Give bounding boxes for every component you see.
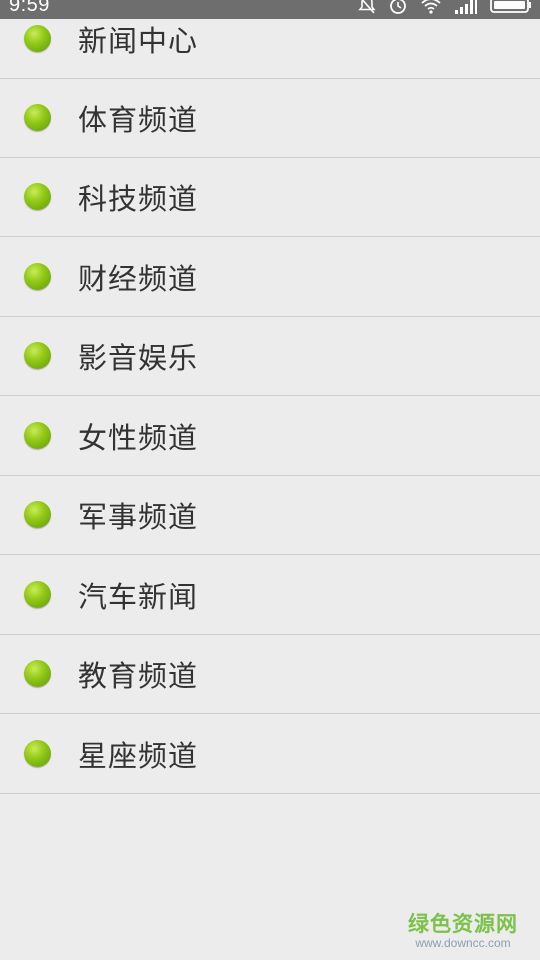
bullet-dot-icon [24,501,51,528]
bullet-dot-icon [24,104,51,131]
watermark-title: 绿色资源网 [408,912,518,936]
bullet-dot-icon [24,740,51,767]
bullet-dot-icon [24,581,51,608]
list-item[interactable]: 新闻中心 [0,0,540,79]
channel-label: 新闻中心 [78,24,199,58]
list-item[interactable]: 汽车新闻 [0,556,540,635]
channel-label: 科技频道 [78,182,199,216]
channel-label: 军事频道 [78,500,199,534]
list-item[interactable]: 财经频道 [0,238,540,317]
channel-label: 影音娱乐 [78,341,199,375]
watermark: 绿色资源网 www.downcc.com [408,912,518,950]
channel-label: 体育频道 [78,103,199,137]
bullet-dot-icon [24,660,51,687]
bullet-dot-icon [24,183,51,210]
list-item[interactable]: 星座频道 [0,715,540,794]
channel-label: 女性频道 [78,421,199,455]
bullet-dot-icon [24,422,51,449]
bullet-dot-icon [24,342,51,369]
list-item[interactable]: 影音娱乐 [0,317,540,396]
list-item[interactable]: 体育频道 [0,79,540,158]
channel-label: 财经频道 [78,262,199,296]
channel-label: 星座频道 [78,739,199,773]
bullet-dot-icon [24,25,51,52]
bullet-dot-icon [24,263,51,290]
watermark-url: www.downcc.com [415,936,511,950]
list-item[interactable]: 女性频道 [0,397,540,476]
list-item[interactable]: 教育频道 [0,635,540,714]
list-item[interactable]: 科技频道 [0,158,540,237]
channel-label: 汽车新闻 [78,580,199,614]
list-item[interactable]: 军事频道 [0,476,540,555]
channel-label: 教育频道 [78,659,199,693]
